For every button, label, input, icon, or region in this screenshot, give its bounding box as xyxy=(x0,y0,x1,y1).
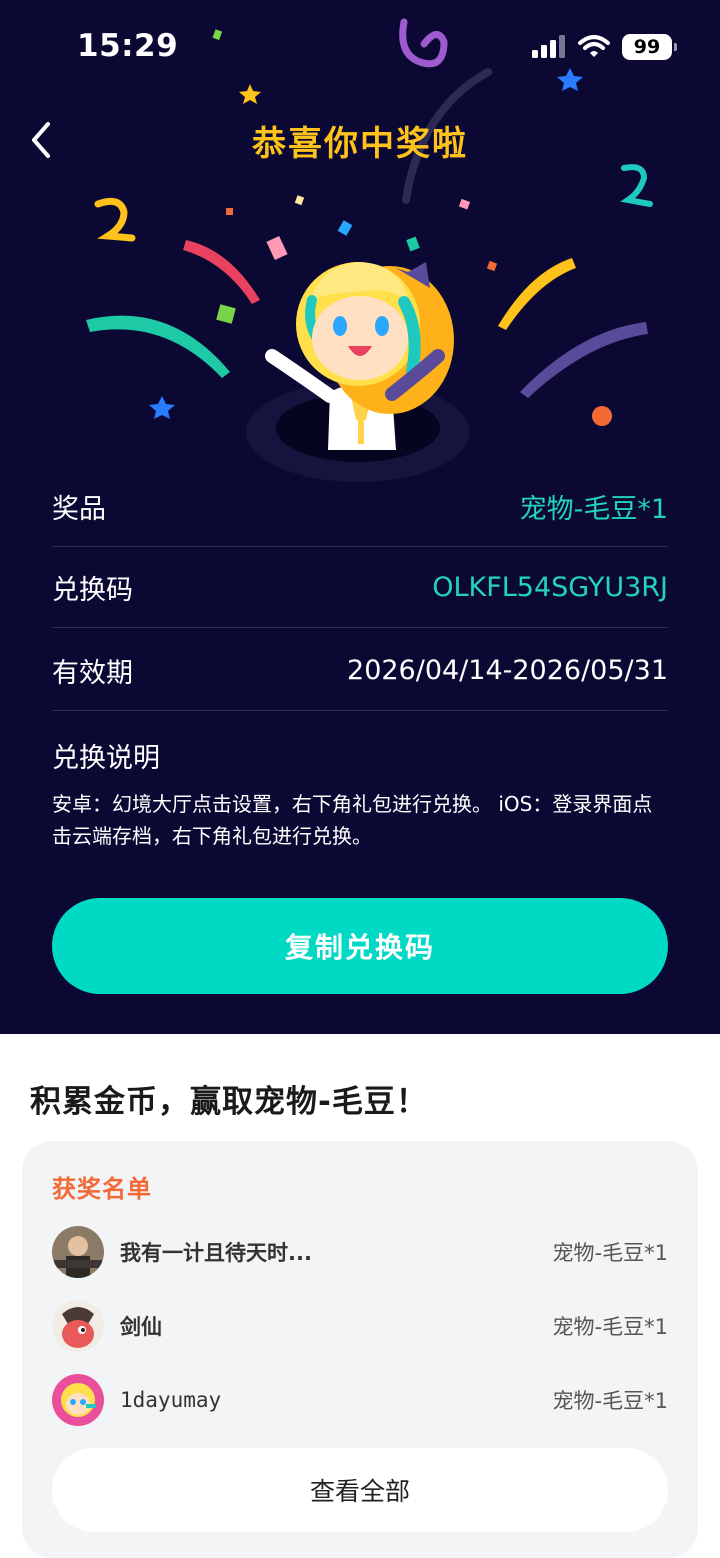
winner-name: 我有一计且待天时... xyxy=(120,1241,312,1265)
validity-label: 有效期 xyxy=(52,658,133,689)
avatar xyxy=(52,1226,104,1278)
validity-row: 有效期 2026/04/14-2026/05/31 xyxy=(52,631,668,711)
copy-code-button[interactable]: 复制兑换码 xyxy=(52,898,668,994)
status-icons: 99 xyxy=(532,34,677,60)
prize-value: 宠物-毛豆*1 xyxy=(519,494,668,525)
prize-screen: 15:29 99 恭喜你中奖啦 奖品 宠物-毛豆*1 兑换码 OLKFL54SG… xyxy=(0,0,720,1034)
view-all-button[interactable]: 查看全部 xyxy=(52,1448,668,1532)
page-title: 恭喜你中奖啦 xyxy=(252,124,468,164)
prize-label: 奖品 xyxy=(52,494,106,525)
signal-icon xyxy=(532,35,565,58)
winner-name: 1dayumay xyxy=(120,1388,222,1412)
code-value[interactable]: OLKFL54SGYU3RJ xyxy=(432,572,668,603)
winner-prize: 宠物-毛豆*1 xyxy=(552,1389,668,1413)
prize-row: 奖品 宠物-毛豆*1 xyxy=(52,467,668,547)
code-row: 兑换码 OLKFL54SGYU3RJ xyxy=(52,548,668,628)
winners-card: 获奖名单 我有一计且待天时... 宠物-毛豆*1 剑仙 宠物-毛豆*1 1day… xyxy=(22,1141,698,1558)
promo-title: 积累金币，赢取宠物-毛豆！ xyxy=(30,1084,428,1120)
winner-row: 剑仙 宠物-毛豆*1 xyxy=(52,1299,668,1353)
winner-row: 1dayumay 宠物-毛豆*1 xyxy=(52,1373,668,1427)
promo-section: 积累金币，赢取宠物-毛豆！ 获奖名单 我有一计且待天时... 宠物-毛豆*1 剑… xyxy=(0,1034,720,1558)
code-label: 兑换码 xyxy=(52,575,133,606)
winner-name: 剑仙 xyxy=(120,1315,162,1339)
winners-title: 获奖名单 xyxy=(52,1175,152,1203)
instructions-title: 兑换说明 xyxy=(52,743,160,774)
validity-value: 2026/04/14-2026/05/31 xyxy=(347,655,668,686)
winner-prize: 宠物-毛豆*1 xyxy=(552,1241,668,1265)
instructions-text: 安卓：幻境大厅点击设置，右下角礼包进行兑换。 iOS：登录界面点击云端存档，右下… xyxy=(52,792,653,848)
battery-icon: 99 xyxy=(622,34,677,60)
status-time: 15:29 xyxy=(77,28,179,64)
winner-row: 我有一计且待天时... 宠物-毛豆*1 xyxy=(52,1225,668,1279)
wifi-icon xyxy=(578,35,610,57)
avatar xyxy=(52,1300,104,1352)
avatar xyxy=(52,1374,104,1426)
status-bar: 15:29 99 xyxy=(0,0,720,95)
winner-prize: 宠物-毛豆*1 xyxy=(552,1315,668,1339)
